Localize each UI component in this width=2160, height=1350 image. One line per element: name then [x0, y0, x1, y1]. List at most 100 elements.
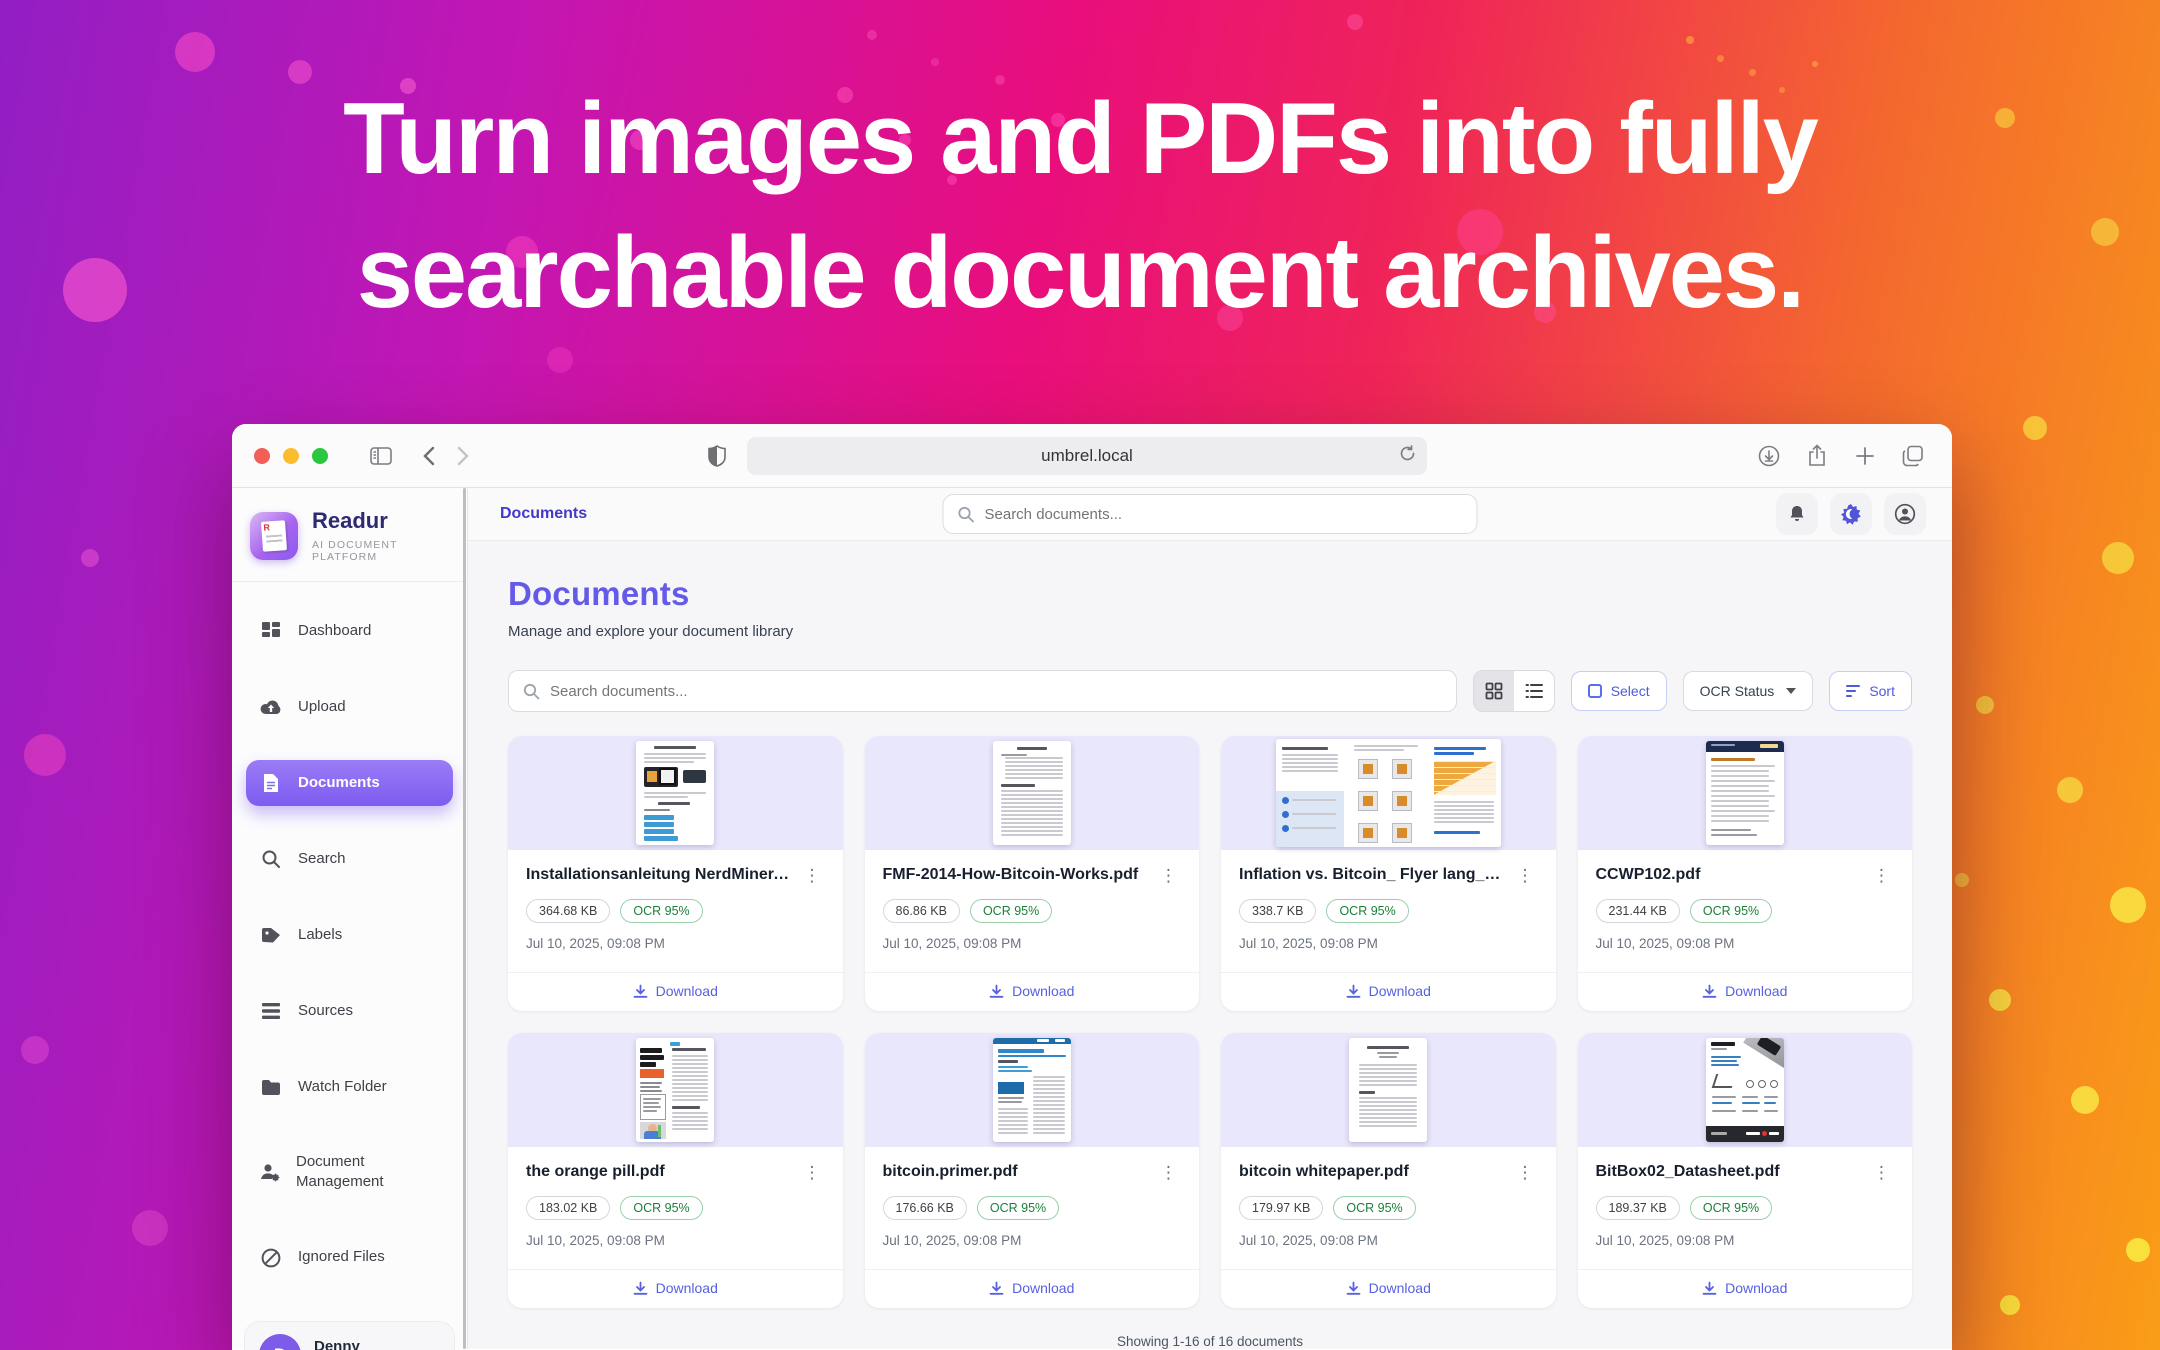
theme-toggle-button[interactable]	[1830, 493, 1872, 535]
more-options-button[interactable]: ⋮	[800, 1162, 825, 1183]
download-icon	[1702, 984, 1717, 999]
document-grid: Installationsanleitung NerdMiner.pdf⋮364…	[508, 736, 1912, 1308]
ocr-status-badge: OCR 95%	[620, 1196, 702, 1220]
sidebar-item-label: Documents	[298, 773, 380, 793]
global-search-input[interactable]	[985, 506, 1463, 523]
download-button[interactable]: Download	[508, 972, 843, 1011]
download-button[interactable]: Download	[1221, 1269, 1556, 1308]
sidebar-toggle-icon[interactable]	[364, 441, 398, 471]
user-card[interactable]: D Denny admin@readur.com	[244, 1321, 455, 1350]
search-icon	[958, 506, 975, 523]
sidebar-item-label: Upload	[298, 697, 346, 717]
sources-icon	[260, 1000, 282, 1022]
sidebar-item-label: Watch Folder	[298, 1077, 387, 1097]
list-view-button[interactable]	[1514, 671, 1554, 711]
tab-overview-icon[interactable]	[1896, 441, 1930, 471]
document-card[interactable]: Inflation vs. Bitcoin_ Flyer lang_RGB.pd…	[1221, 736, 1556, 1011]
search-icon	[523, 683, 540, 700]
document-search[interactable]	[508, 670, 1457, 712]
sidebar-item-document-management[interactable]: Document Management	[246, 1140, 453, 1205]
document-date: Jul 10, 2025, 09:08 PM	[1239, 936, 1538, 951]
sidebar-scrollbar[interactable]	[463, 488, 466, 1349]
more-options-button[interactable]: ⋮	[1513, 865, 1538, 886]
sidebar-item-watch-folder[interactable]: Watch Folder	[246, 1064, 453, 1110]
brand-name: Readur	[312, 508, 449, 534]
ocr-status-badge: OCR 95%	[620, 899, 702, 923]
document-thumbnail	[865, 736, 1200, 850]
address-bar-url: umbrel.local	[1041, 446, 1133, 466]
sort-button[interactable]: Sort	[1829, 671, 1912, 711]
document-card[interactable]: bitcoin whitepaper.pdf⋮179.97 KBOCR 95%J…	[1221, 1033, 1556, 1308]
sidebar-item-upload[interactable]: Upload	[246, 684, 453, 730]
forward-icon[interactable]	[446, 441, 480, 471]
minimize-window-button[interactable]	[283, 448, 299, 464]
ocr-status-dropdown[interactable]: OCR Status	[1683, 671, 1814, 711]
sidebar-item-label: Sources	[298, 1001, 353, 1021]
sidebar-item-documents[interactable]: Documents	[246, 760, 453, 806]
document-date: Jul 10, 2025, 09:08 PM	[1596, 1233, 1895, 1248]
file-size-badge: 176.66 KB	[883, 1196, 967, 1220]
file-size-badge: 189.37 KB	[1596, 1196, 1680, 1220]
more-options-button[interactable]: ⋮	[1156, 865, 1181, 886]
more-options-button[interactable]: ⋮	[1156, 1162, 1181, 1183]
decorative-dot	[1347, 14, 1363, 30]
document-search-input[interactable]	[550, 683, 1442, 700]
decorative-dot	[2000, 1295, 2020, 1315]
address-bar[interactable]: umbrel.local	[747, 437, 1427, 475]
close-window-button[interactable]	[254, 448, 270, 464]
document-card[interactable]: BitBox02_Datasheet.pdf⋮189.37 KBOCR 95%J…	[1578, 1033, 1913, 1308]
sidebar-item-label: Ignored Files	[298, 1247, 385, 1267]
ocr-status-badge: OCR 95%	[1690, 899, 1772, 923]
sidebar-item-ignored-files[interactable]: Ignored Files	[246, 1235, 453, 1281]
document-card[interactable]: FMF-2014-How-Bitcoin-Works.pdf⋮86.86 KBO…	[865, 736, 1200, 1011]
document-thumbnail	[508, 736, 843, 850]
document-card[interactable]: bitcoin.primer.pdf⋮176.66 KBOCR 95%Jul 1…	[865, 1033, 1200, 1308]
sort-icon	[1846, 685, 1860, 697]
breadcrumb[interactable]: Documents	[500, 505, 587, 523]
back-icon[interactable]	[412, 441, 446, 471]
download-button[interactable]: Download	[508, 1269, 843, 1308]
document-card[interactable]: CCWP102.pdf⋮231.44 KBOCR 95%Jul 10, 2025…	[1578, 736, 1913, 1011]
notifications-button[interactable]	[1776, 493, 1818, 535]
sidebar-item-sources[interactable]: Sources	[246, 988, 453, 1034]
page-title: Documents	[508, 575, 1912, 613]
document-name: BitBox02_Datasheet.pdf	[1596, 1162, 1788, 1182]
document-card[interactable]: Installationsanleitung NerdMiner.pdf⋮364…	[508, 736, 843, 1011]
share-icon[interactable]	[1800, 441, 1834, 471]
more-options-button[interactable]: ⋮	[1869, 865, 1894, 886]
document-thumbnail	[1221, 1033, 1556, 1147]
document-date: Jul 10, 2025, 09:08 PM	[883, 1233, 1182, 1248]
document-card[interactable]: the orange pill.pdf⋮183.02 KBOCR 95%Jul …	[508, 1033, 843, 1308]
more-options-button[interactable]: ⋮	[1869, 1162, 1894, 1183]
documents-icon	[260, 772, 282, 794]
browser-toolbar: umbrel.local	[232, 424, 1952, 488]
sidebar-item-search[interactable]: Search	[246, 836, 453, 882]
new-tab-icon[interactable]	[1848, 441, 1882, 471]
result-summary: Showing 1-16 of 16 documents	[508, 1334, 1912, 1349]
download-button[interactable]: Download	[1578, 1269, 1913, 1308]
app-topbar: Documents	[468, 488, 1952, 541]
download-button[interactable]: Download	[1221, 972, 1556, 1011]
select-button[interactable]: Select	[1571, 671, 1667, 711]
window-controls	[254, 448, 328, 464]
more-options-button[interactable]: ⋮	[800, 865, 825, 886]
view-toggle	[1473, 670, 1555, 712]
download-button[interactable]: Download	[865, 972, 1200, 1011]
privacy-shield-icon[interactable]	[700, 441, 734, 471]
sidebar-item-labels[interactable]: Labels	[246, 912, 453, 958]
download-button[interactable]: Download	[1578, 972, 1913, 1011]
file-size-badge: 183.02 KB	[526, 1196, 610, 1220]
more-options-button[interactable]: ⋮	[1513, 1162, 1538, 1183]
global-search[interactable]	[943, 494, 1478, 534]
downloads-icon[interactable]	[1752, 441, 1786, 471]
download-button[interactable]: Download	[865, 1269, 1200, 1308]
decorative-dot	[1989, 989, 2011, 1011]
zoom-window-button[interactable]	[312, 448, 328, 464]
ocr-status-badge: OCR 95%	[1326, 899, 1408, 923]
reload-icon[interactable]	[1399, 445, 1416, 467]
sidebar-item-dashboard[interactable]: Dashboard	[246, 608, 453, 654]
grid-view-button[interactable]	[1474, 671, 1514, 711]
decorative-dot	[867, 30, 877, 40]
account-button[interactable]	[1884, 493, 1926, 535]
document-thumbnail	[1578, 1033, 1913, 1147]
